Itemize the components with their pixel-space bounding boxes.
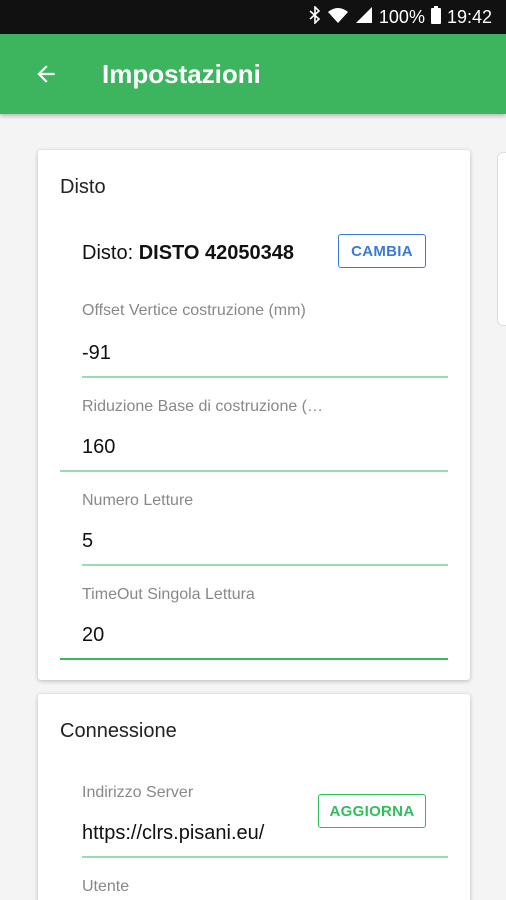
base-reduction-input[interactable]: 160: [82, 436, 115, 459]
change-device-button[interactable]: CAMBIA: [338, 234, 426, 268]
readings-count-underline: [82, 564, 448, 566]
base-reduction-label: Riduzione Base di costruzione (…: [82, 398, 324, 415]
battery-icon: [430, 5, 441, 29]
disto-device-line: Disto: DISTO 42050348: [82, 242, 294, 265]
timeout-input[interactable]: 20: [82, 624, 104, 647]
server-address-label: Indirizzo Server: [82, 784, 194, 801]
clock: 19:42: [446, 6, 492, 27]
disto-card: Disto Disto: DISTO 42050348 CAMBIA Offse…: [38, 150, 470, 680]
disto-card-title: Disto: [60, 176, 106, 198]
signal-icon: [355, 6, 373, 29]
server-address-input[interactable]: https://clrs.pisani.eu/: [82, 822, 264, 845]
user-label: Utente: [82, 878, 130, 895]
arrow-left-icon: [37, 65, 55, 83]
offset-vertex-label: Offset Vertice costruzione (mm): [82, 302, 306, 319]
bluetooth-icon: [309, 4, 321, 29]
status-bar: 100% 19:42: [0, 0, 506, 34]
settings-content[interactable]: Disto Disto: DISTO 42050348 CAMBIA Offse…: [0, 114, 506, 900]
back-button[interactable]: [20, 48, 72, 100]
base-reduction-underline: [60, 470, 448, 472]
disto-device-label: Disto:: [82, 242, 134, 264]
app-bar: Impostazioni: [0, 34, 506, 114]
offset-vertex-input[interactable]: -91: [82, 342, 111, 365]
readings-count-label: Numero Letture: [82, 492, 194, 509]
timeout-underline: [60, 658, 448, 660]
timeout-label: TimeOut Singola Lettura: [82, 586, 255, 603]
update-server-button[interactable]: AGGIORNA: [318, 794, 426, 828]
disto-device-name: DISTO 42050348: [138, 242, 294, 264]
readings-count-input[interactable]: 5: [82, 530, 93, 553]
server-address-underline: [82, 856, 448, 858]
offset-vertex-underline: [82, 376, 448, 378]
side-card-edge: [497, 152, 506, 326]
connection-card-title: Connessione: [60, 720, 177, 742]
connection-card: Connessione Indirizzo Server https://clr…: [38, 694, 470, 900]
battery-percent: 100%: [378, 6, 425, 27]
page-title: Impostazioni: [102, 58, 261, 89]
wifi-icon: [327, 6, 349, 29]
